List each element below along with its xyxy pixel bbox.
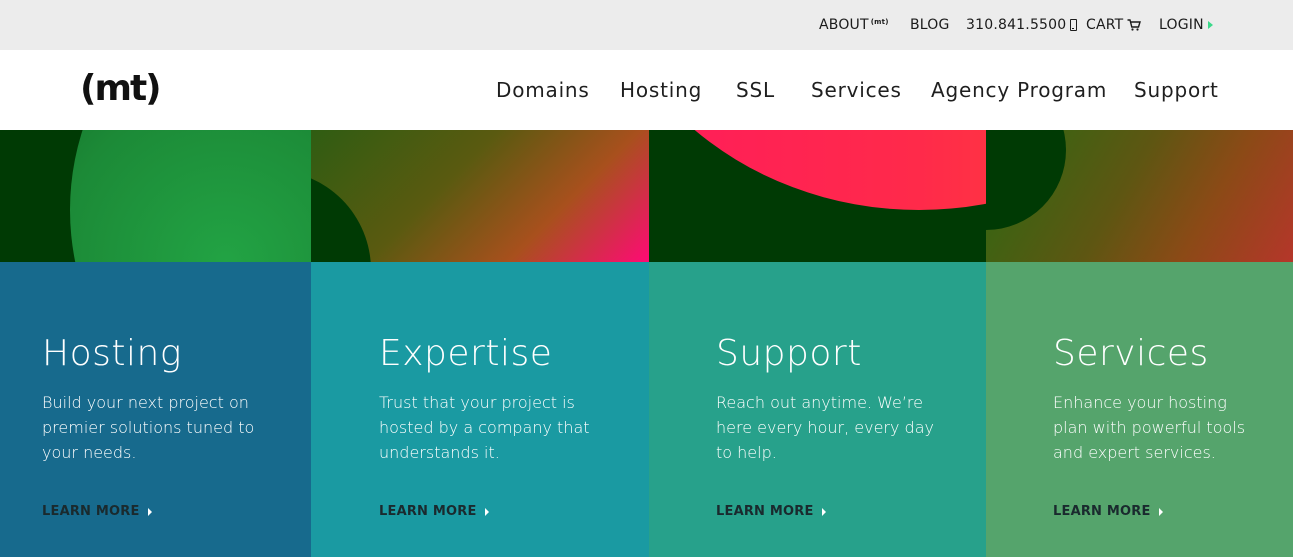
card-description: Trust that your project is hosted by a c… [379,393,590,462]
cart-label: CART [1086,17,1124,33]
card-title: Hosting [42,333,182,374]
nav-hosting[interactable]: Hosting [620,78,702,102]
login-link[interactable]: LOGIN [1159,17,1213,33]
about-link[interactable]: ABOUT (mt) [819,17,889,33]
learn-more-support-link[interactable]: LEARN MORE [716,504,826,519]
play-arrow-icon [821,507,826,516]
learn-more-hosting-link[interactable]: LEARN MORE [42,504,152,519]
hero-image-hosting [0,130,311,262]
cart-link[interactable]: CART [1086,17,1142,33]
phone-number: 310.841.5500 [966,17,1067,33]
login-label: LOGIN [1159,17,1204,33]
about-label: ABOUT [819,17,869,33]
card-description: Reach out anytime. We’re here every hour… [716,393,934,462]
learn-more-label: LEARN MORE [716,504,814,519]
cart-icon [1127,19,1142,31]
utility-bar: ABOUT (mt) BLOG 310.841.5500 CART LOGIN [0,0,1293,50]
learn-more-services-link[interactable]: LEARN MORE [1053,504,1163,519]
card-description: Enhance your hosting plan with powerful … [1053,393,1246,462]
card-support: Support Reach out anytime. We’re here ev… [649,262,986,557]
utility-nav: ABOUT (mt) BLOG 310.841.5500 CART LOGIN [0,0,1293,50]
learn-more-label: LEARN MORE [42,504,140,519]
phone-link[interactable]: 310.841.5500 [966,17,1078,33]
card-expertise: Expertise Trust that your project is hos… [311,262,649,557]
card-title: Expertise [379,333,553,374]
hero-image-services [986,130,1293,262]
hero-strip [0,130,1293,262]
nav-services[interactable]: Services [811,78,902,102]
play-arrow-icon [484,507,489,516]
main-header: (mt) Domains Hosting SSL Services Agency… [0,50,1293,130]
hero-image-support [649,130,986,262]
nav-support[interactable]: Support [1134,78,1219,102]
play-arrow-icon [1158,507,1163,516]
nav-ssl[interactable]: SSL [736,78,775,102]
hero-image-expertise [311,130,649,262]
about-mt-logo: (mt) [870,18,889,26]
card-hosting: Hosting Build your next project on premi… [0,262,311,557]
learn-more-label: LEARN MORE [1053,504,1151,519]
main-nav: Domains Hosting SSL Services Agency Prog… [0,50,1293,130]
learn-more-label: LEARN MORE [379,504,477,519]
nav-agency-program[interactable]: Agency Program [931,78,1107,102]
nav-domains[interactable]: Domains [496,78,590,102]
phone-icon [1070,19,1078,31]
learn-more-expertise-link[interactable]: LEARN MORE [379,504,489,519]
blog-link[interactable]: BLOG [910,17,950,33]
card-title: Services [1053,333,1209,374]
play-arrow-icon [147,507,152,516]
card-title: Support [716,333,862,374]
card-description: Build your next project on premier solut… [42,393,255,462]
features-section: Hosting Build your next project on premi… [0,262,1293,557]
play-arrow-icon [1207,21,1213,29]
card-services: Services Enhance your hosting plan with … [986,262,1293,557]
